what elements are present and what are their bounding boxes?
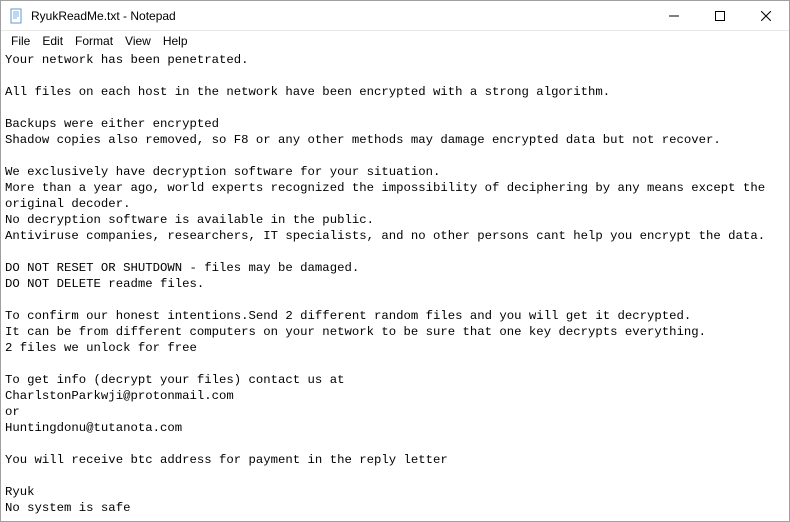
menu-help[interactable]: Help: [157, 33, 194, 49]
menu-edit[interactable]: Edit: [36, 33, 69, 49]
window-controls: [651, 1, 789, 30]
menu-file[interactable]: File: [5, 33, 36, 49]
window-title: RyukReadMe.txt - Notepad: [31, 9, 651, 23]
minimize-button[interactable]: [651, 1, 697, 30]
menu-view[interactable]: View: [119, 33, 157, 49]
titlebar: RyukReadMe.txt - Notepad: [1, 1, 789, 31]
maximize-button[interactable]: [697, 1, 743, 30]
text-area[interactable]: Your network has been penetrated. All fi…: [1, 51, 789, 521]
notepad-window: RyukReadMe.txt - Notepad File Edit Forma…: [0, 0, 790, 522]
notepad-icon: [9, 8, 25, 24]
menu-format[interactable]: Format: [69, 33, 119, 49]
menubar: File Edit Format View Help: [1, 31, 789, 51]
close-button[interactable]: [743, 1, 789, 30]
